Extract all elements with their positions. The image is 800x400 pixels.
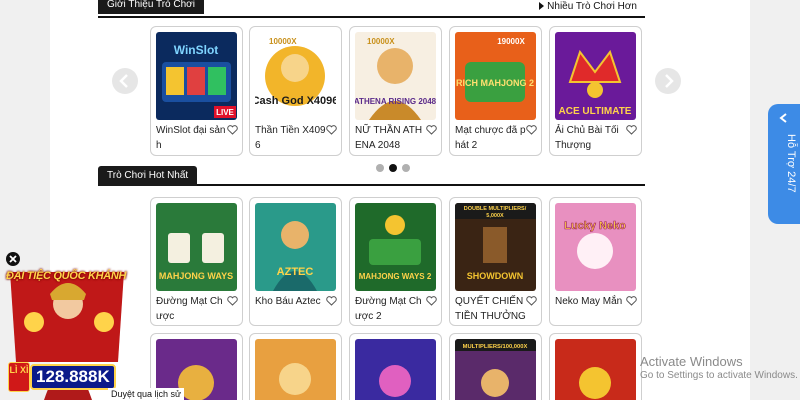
game-thumbnail: 10000X ATHENA RISING 2048: [355, 32, 436, 120]
game-thumbnail: MAHJONG WAYS 2: [355, 203, 436, 291]
game-title: Đường Mạt Chược: [156, 296, 223, 322]
watermark-line-1: Activate Windows: [640, 354, 743, 369]
watermark-line-2: Go to Settings to activate Windows.: [640, 370, 798, 381]
svg-text:ACE ULTIMATE: ACE ULTIMATE: [559, 106, 632, 117]
game-title: Kho Báu Aztec: [255, 296, 321, 307]
game-title: Neko May Mắn: [555, 296, 623, 307]
game-title: Đường Mạt Chược 2: [355, 296, 422, 322]
svg-text:5,000X: 5,000X: [486, 213, 504, 219]
game-card[interactable]: 19000X RICH MAHJONG 2 Mạt chược đã phát …: [449, 26, 542, 156]
svg-text:10000X: 10000X: [367, 37, 395, 46]
svg-text:RICH MAHJONG 2: RICH MAHJONG 2: [456, 78, 534, 88]
support-tab[interactable]: Hỗ Trợ 24/7: [768, 104, 800, 224]
svg-text:SHOWDOWN: SHOWDOWN: [467, 271, 524, 281]
svg-text:19000X: 19000X: [497, 37, 525, 46]
game-thumbnail: 10000X Cash God X4096: [255, 32, 336, 120]
more-games-link[interactable]: Nhiều Trò Chơi Hơn: [539, 1, 637, 12]
heart-icon[interactable]: [526, 125, 537, 135]
intro-section-title: Giới Thiệu Trò Chơi: [98, 0, 204, 14]
heart-icon[interactable]: [426, 125, 437, 135]
heart-icon[interactable]: [326, 125, 337, 135]
game-thumbnail: AZTEC: [255, 203, 336, 291]
svg-text:DOUBLE MULTIPLIERS/: DOUBLE MULTIPLIERS/: [464, 206, 527, 212]
heart-icon[interactable]: [626, 125, 637, 135]
game-title: QUYẾT CHIẾN TIỀN THƯỞNG: [455, 296, 526, 322]
promo-amount: 128.888K: [30, 364, 116, 390]
chevron-right-icon: [665, 74, 674, 88]
support-label: Hỗ Trợ 24/7: [785, 134, 798, 193]
game-card[interactable]: 10000X ATHENA RISING 2048 NỮ THẦN ATHENA…: [349, 26, 442, 156]
history-link[interactable]: Duyệt qua lịch sử: [108, 388, 185, 400]
game-card[interactable]: ACE ULTIMATE Ải Chủ Bài Tối Thượng: [549, 26, 642, 156]
game-title: Ải Chủ Bài Tối Thượng: [555, 125, 619, 151]
hot-section-title: Trò Chơi Hot Nhất: [98, 166, 198, 186]
game-card[interactable]: WinSlot LIVE WinSlot đại sảnh: [150, 26, 243, 156]
hot-section-header: Trò Chơi Hot Nhất: [98, 166, 645, 186]
svg-text:Hỗ Trợ 24/7: Hỗ Trợ 24/7: [785, 134, 798, 193]
game-card[interactable]: MAHJONG WAYS Đường Mạt Chược: [150, 197, 243, 326]
game-card[interactable]: DOUBLE MULTIPLIERS/ 5,000X SHOWDOWN QUYẾ…: [449, 197, 542, 326]
heart-icon[interactable]: [227, 296, 238, 306]
svg-text:LIVE: LIVE: [216, 108, 234, 117]
game-card[interactable]: [549, 333, 642, 400]
promo-close-button[interactable]: [6, 252, 20, 266]
game-card[interactable]: 10000X Cash God X4096 Thần Tiền X4096: [249, 26, 342, 156]
svg-text:MAHJONG WAYS: MAHJONG WAYS: [159, 271, 233, 281]
svg-text:MULTIPLIERS/100,000X: MULTIPLIERS/100,000X: [463, 344, 528, 350]
game-card[interactable]: Lucky Neko Neko May Mắn: [549, 197, 642, 326]
promo-title: ĐẠI TIỆC QUỐC KHÁNH: [6, 270, 127, 282]
chevron-left-icon: [779, 113, 787, 123]
svg-text:WinSlot: WinSlot: [174, 43, 219, 57]
activation-watermark: Activate Windows Go to Settings to activ…: [640, 354, 798, 381]
game-thumbnail: MAHJONG WAYS: [156, 203, 237, 291]
svg-text:Cash God X4096: Cash God X4096: [255, 95, 336, 107]
chevron-left-icon: [119, 74, 128, 88]
game-thumbnail: ACE ULTIMATE: [555, 32, 636, 120]
game-card[interactable]: MAHJONG WAYS 2 Đường Mạt Chược 2: [349, 197, 442, 326]
carousel-next-button[interactable]: [655, 68, 681, 94]
heart-icon[interactable]: [526, 296, 537, 306]
game-thumbnail: [355, 339, 436, 400]
game-thumbnail: Lucky Neko: [555, 203, 636, 291]
promo-lixi-badge: LÌ XÌ: [8, 362, 30, 392]
game-thumbnail: 19000X RICH MAHJONG 2: [455, 32, 536, 120]
game-thumbnail: [555, 339, 636, 400]
game-card[interactable]: AZTEC Kho Báu Aztec: [249, 197, 342, 326]
more-games-label: Nhiều Trò Chơi Hơn: [547, 1, 637, 12]
intro-section-header: Giới Thiệu Trò Chơi Nhiều Trò Chơi Hơn: [98, 0, 645, 18]
game-title: Mạt chược đã phát 2: [455, 125, 526, 151]
game-title: WinSlot đại sảnh: [156, 125, 226, 151]
heart-icon[interactable]: [626, 296, 637, 306]
carousel-prev-button[interactable]: [112, 68, 138, 94]
svg-text:ATHENA RISING 2048: ATHENA RISING 2048: [355, 97, 436, 106]
game-card[interactable]: MULTIPLIERS/100,000X: [449, 333, 542, 400]
heart-icon[interactable]: [326, 296, 337, 306]
close-icon: [9, 255, 17, 263]
game-title: Thần Tiền X4096: [255, 125, 326, 151]
heart-icon[interactable]: [426, 296, 437, 306]
game-thumbnail: [255, 339, 336, 400]
game-title: NỮ THẦN ATHENA 2048: [355, 125, 423, 151]
game-card[interactable]: [249, 333, 342, 400]
svg-text:AZTEC: AZTEC: [277, 266, 314, 278]
game-thumbnail: MULTIPLIERS/100,000X: [455, 339, 536, 400]
game-thumbnail: DOUBLE MULTIPLIERS/ 5,000X SHOWDOWN: [455, 203, 536, 291]
game-card[interactable]: [349, 333, 442, 400]
heart-icon[interactable]: [227, 125, 238, 135]
svg-text:Lucky Neko: Lucky Neko: [564, 220, 626, 232]
game-thumbnail: WinSlot LIVE: [156, 32, 237, 120]
triangle-right-icon: [539, 2, 545, 10]
svg-text:MAHJONG WAYS 2: MAHJONG WAYS 2: [359, 272, 432, 281]
svg-text:10000X: 10000X: [269, 37, 297, 46]
